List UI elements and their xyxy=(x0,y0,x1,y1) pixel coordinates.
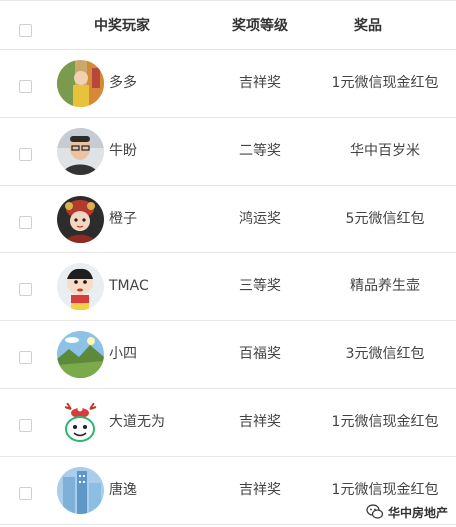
table-row: 牛盼 二等奖 华中百岁米 xyxy=(0,118,456,186)
winners-table: 中奖玩家 奖项等级 奖品 多多 吉祥奖 1元微信现金红包 牛盼 二等奖 华中百岁… xyxy=(0,0,456,525)
prize-name: 5元微信红包 xyxy=(345,210,425,227)
player-name: 大道无为 xyxy=(109,413,165,430)
prize-name: 1元微信现金红包 xyxy=(331,413,439,430)
prize-level: 吉祥奖 xyxy=(239,75,281,91)
avatar xyxy=(57,331,104,379)
prize-name: 1元微信现金红包 xyxy=(331,75,439,91)
header-level: 奖项等级 xyxy=(232,18,288,34)
row-checkbox[interactable] xyxy=(19,418,32,432)
avatar xyxy=(57,466,104,514)
prize-name: 精品养生壶 xyxy=(350,278,420,295)
avatar xyxy=(57,398,104,446)
watermark-text: 华中房地产 xyxy=(387,505,448,520)
avatar xyxy=(57,60,104,107)
player-name: 橙子 xyxy=(109,210,137,227)
header-player: 中奖玩家 xyxy=(94,18,150,34)
row-checkbox[interactable] xyxy=(19,147,32,161)
prize-name: 3元微信红包 xyxy=(345,346,425,363)
prize-level: 百福奖 xyxy=(239,346,281,363)
row-checkbox[interactable] xyxy=(19,215,32,229)
player-name: TMAC xyxy=(109,278,149,295)
row-checkbox[interactable] xyxy=(19,80,32,93)
wechat-icon xyxy=(366,504,384,519)
row-checkbox[interactable] xyxy=(19,486,32,500)
prize-name: 华中百岁米 xyxy=(350,142,420,159)
avatar xyxy=(57,263,104,311)
player-name: 唐逸 xyxy=(109,481,137,498)
prize-level: 吉祥奖 xyxy=(239,413,281,430)
row-checkbox[interactable] xyxy=(19,351,32,365)
table-row: 多多 吉祥奖 1元微信现金红包 xyxy=(0,50,456,118)
row-checkbox[interactable] xyxy=(19,283,32,297)
select-all-checkbox[interactable] xyxy=(19,24,32,37)
prize-level: 三等奖 xyxy=(239,278,281,295)
table-header: 中奖玩家 奖项等级 奖品 xyxy=(0,0,456,50)
table-row: 橙子 鸿运奖 5元微信红包 xyxy=(0,186,456,254)
header-prize: 奖品 xyxy=(354,18,382,34)
table-row: TMAC 三等奖 精品养生壶 xyxy=(0,253,456,322)
prize-level: 鸿运奖 xyxy=(239,210,281,227)
table-row: 小四 百福奖 3元微信红包 xyxy=(0,321,456,389)
prize-level: 二等奖 xyxy=(239,142,281,159)
player-name: 牛盼 xyxy=(109,142,137,159)
prize-level: 吉祥奖 xyxy=(239,481,281,498)
watermark: 华中房地产 xyxy=(361,501,452,523)
player-name: 小四 xyxy=(109,346,137,363)
avatar xyxy=(57,195,104,243)
avatar xyxy=(57,127,104,175)
table-row: 大道无为 吉祥奖 1元微信现金红包 xyxy=(0,389,456,457)
player-name: 多多 xyxy=(109,75,137,91)
